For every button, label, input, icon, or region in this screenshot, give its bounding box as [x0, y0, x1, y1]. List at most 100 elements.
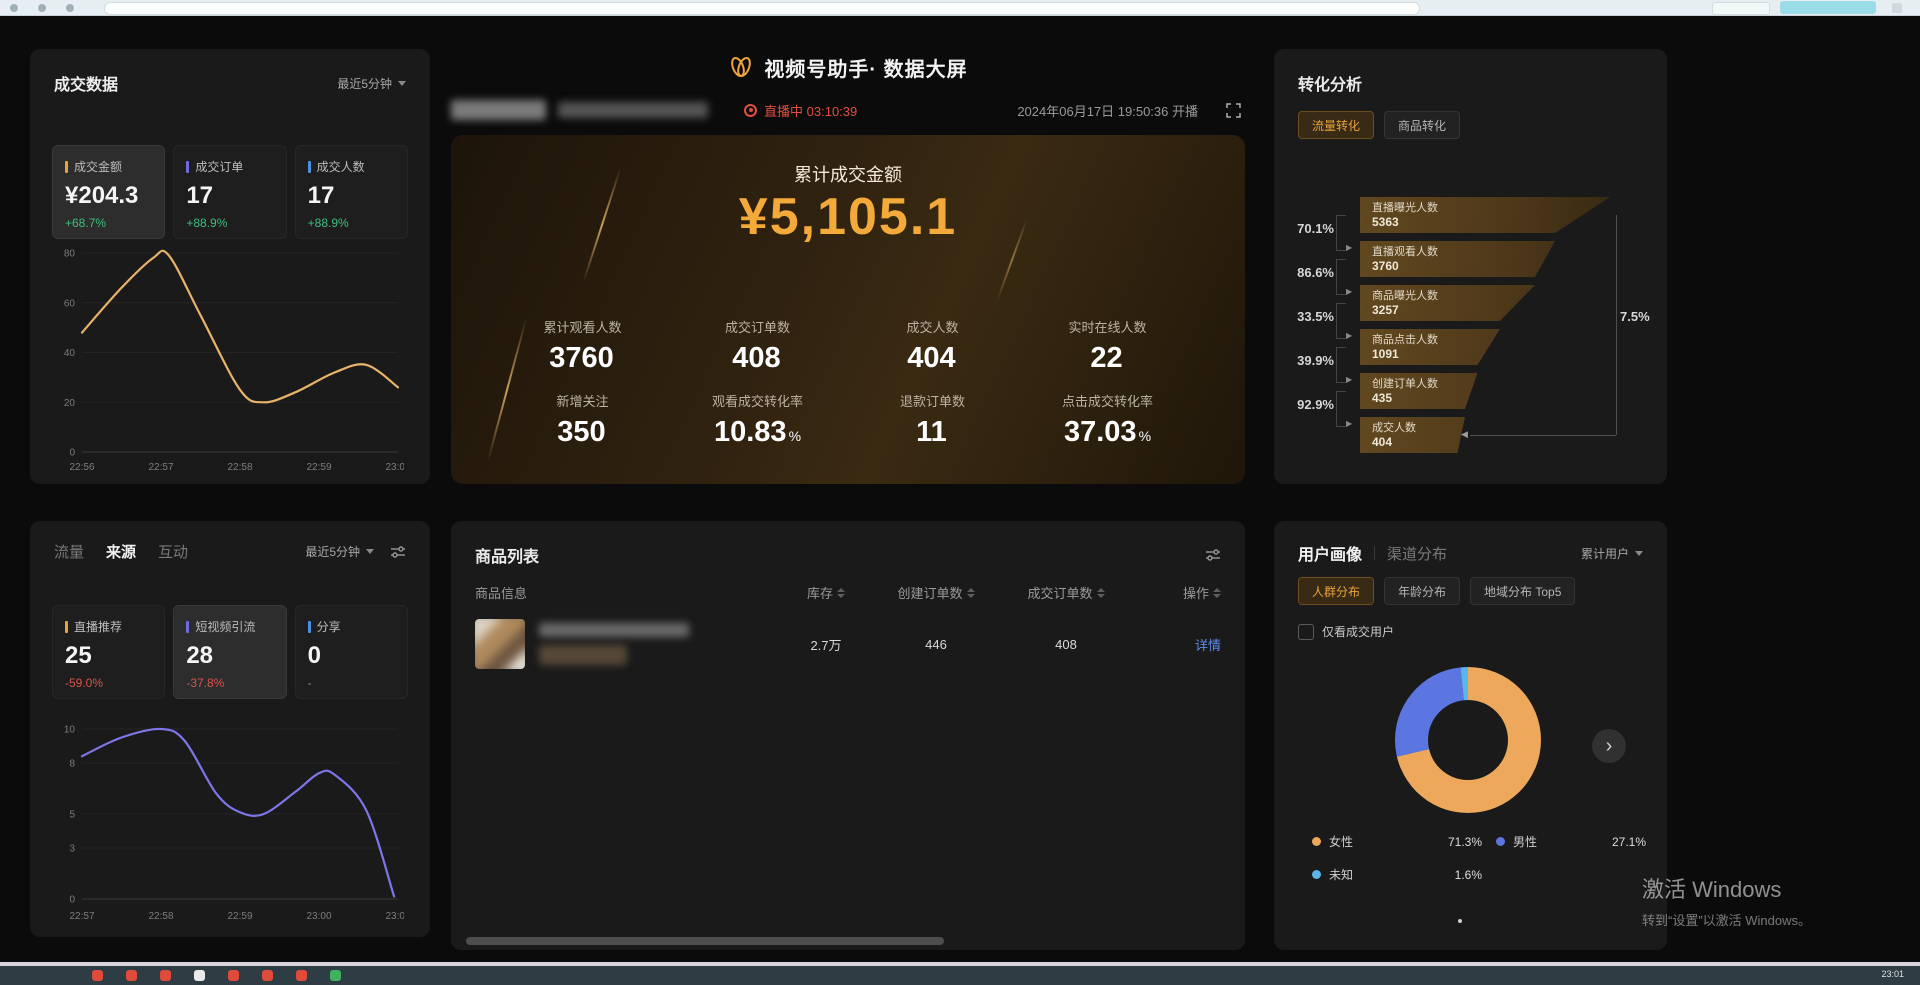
metric-card-deal-amount[interactable]: 成交金额 ¥204.3 +68.7%: [52, 145, 165, 239]
legend-item-male: 男性 27.1%: [1496, 833, 1646, 850]
table-header-row: 商品信息 库存 创建订单数 成交订单数 操作: [475, 583, 1221, 602]
browser-toolbar: [0, 0, 1920, 16]
legend-label: 女性: [1329, 833, 1353, 850]
tab-channel-distribution[interactable]: 渠道分布: [1387, 543, 1447, 564]
filter-sliders-icon[interactable]: [390, 545, 406, 559]
sort-icon[interactable]: [967, 588, 975, 598]
funnel-stage: 直播观看人数3760: [1360, 241, 1610, 277]
metric-card-share[interactable]: 分享 0 -: [295, 605, 408, 699]
address-bar[interactable]: [104, 2, 1420, 15]
svg-text:80: 80: [64, 249, 76, 260]
col-product-info: 商品信息: [475, 583, 527, 602]
filter-sliders-icon[interactable]: [1205, 548, 1221, 562]
svg-text:23:00: 23:00: [385, 462, 404, 473]
svg-text:10: 10: [64, 725, 76, 736]
carousel-next-button[interactable]: ›: [1592, 729, 1626, 763]
stat-new-followers: 新增关注350: [495, 391, 670, 449]
subtab-age[interactable]: 年龄分布: [1384, 577, 1460, 605]
svg-text:22:57: 22:57: [69, 911, 94, 922]
legend-dot: [1312, 870, 1321, 879]
browser-highlighted-button[interactable]: [1780, 1, 1876, 14]
metric-card-short-video[interactable]: 短视频引流 28 -37.8%: [173, 605, 286, 699]
stream-start-time: 2024年06月17日 19:50:36 开播: [1017, 101, 1198, 120]
user-portrait-panel: 用户画像 渠道分布 累计用户 人群分布 年龄分布 地域分布 Top5 仅看成交用…: [1274, 521, 1667, 950]
product-list-panel: 商品列表 商品信息 库存 创建订单数 成交订单数 操作 2.7: [451, 521, 1245, 950]
metric-value: 17: [308, 182, 395, 210]
svg-text:5: 5: [69, 810, 75, 821]
taskbar-app-icon[interactable]: [228, 970, 239, 981]
legend-value: 27.1%: [1612, 835, 1646, 849]
windows-taskbar: 23:01: [0, 966, 1920, 985]
stat-total-viewers: 累计观看人数3760: [495, 317, 670, 375]
subtab-region-top5[interactable]: 地域分布 Top5: [1470, 577, 1575, 605]
user-range-dropdown[interactable]: 累计用户: [1581, 545, 1643, 562]
horizontal-scrollbar[interactable]: [466, 937, 944, 945]
product-thumbnail-blurred: [475, 619, 525, 669]
deal-users-only-checkbox[interactable]: 仅看成交用户: [1298, 623, 1394, 640]
svg-text:22:59: 22:59: [306, 462, 331, 473]
tab-source[interactable]: 来源: [106, 541, 136, 562]
traffic-trend-chart: 03581022:5722:5822:5923:0023:01: [52, 717, 404, 927]
live-status-label: 直播中: [764, 104, 803, 119]
metric-card-deal-buyers[interactable]: 成交人数 17 +88.9%: [295, 145, 408, 239]
legend-item-female: 女性 71.3%: [1312, 833, 1482, 850]
carousel-indicator-dot[interactable]: [1458, 919, 1462, 923]
checkbox-icon[interactable]: [1298, 624, 1314, 640]
taskbar-app-icon[interactable]: [262, 970, 273, 981]
sort-icon[interactable]: [1097, 588, 1105, 598]
funnel-bracket: [1336, 347, 1346, 383]
sort-icon[interactable]: [1213, 588, 1221, 598]
tab-traffic-conversion[interactable]: 流量转化: [1298, 111, 1374, 139]
metric-delta: -59.0%: [65, 676, 152, 690]
tab-user-portrait[interactable]: 用户画像: [1298, 541, 1362, 565]
browser-extension-button[interactable]: [1712, 2, 1770, 15]
donut-hole: [1428, 700, 1508, 780]
fullscreen-icon[interactable]: [1226, 103, 1241, 118]
funnel-stage-label: 直播曝光人数: [1372, 201, 1598, 215]
metric-color-bar: [308, 621, 311, 633]
time-range-dropdown[interactable]: 最近5分钟: [337, 75, 406, 92]
funnel-stage-label: 商品点击人数: [1372, 333, 1598, 347]
arrow-right-icon: ▶: [1346, 287, 1352, 296]
taskbar-app-icon[interactable]: [296, 970, 307, 981]
tab-interaction[interactable]: 互动: [158, 541, 188, 562]
funnel-stage: 商品曝光人数3257: [1360, 285, 1610, 321]
hero-stats-grid: 累计观看人数3760 成交订单数408 成交人数404 实时在线人数22 新增关…: [495, 317, 1195, 449]
metric-delta: +88.9%: [186, 216, 273, 230]
chevron-down-icon: [1635, 551, 1643, 556]
taskbar-app-icon[interactable]: [160, 970, 171, 981]
legend-label: 男性: [1513, 833, 1537, 850]
legend-dot: [1312, 837, 1321, 846]
sort-icon[interactable]: [837, 588, 845, 598]
tab-traffic[interactable]: 流量: [54, 541, 84, 562]
stat-view-conversion: 观看成交转化率10.83%: [670, 391, 845, 449]
live-duration: 03:10:39: [807, 104, 858, 119]
panel-title: 商品列表: [475, 543, 539, 567]
svg-text:23:01: 23:01: [385, 911, 404, 922]
stat-click-conversion: 点击成交转化率37.03%: [1020, 391, 1195, 449]
stat-deal-buyers: 成交人数404: [845, 317, 1020, 375]
metric-card-live-recommend[interactable]: 直播推荐 25 -59.0%: [52, 605, 165, 699]
taskbar-app-icon[interactable]: [92, 970, 103, 981]
detail-link[interactable]: 详情: [1195, 638, 1221, 653]
taskbar-app-icon[interactable]: [126, 970, 137, 981]
legend-value: 71.3%: [1448, 835, 1482, 849]
browser-menu-icon[interactable]: [1892, 3, 1902, 13]
funnel-stage-label: 创建订单人数: [1372, 377, 1598, 391]
taskbar-app-icon[interactable]: [330, 970, 341, 981]
arrow-right-icon: ▶: [1346, 375, 1352, 384]
metric-card-deal-orders[interactable]: 成交订单 17 +88.9%: [173, 145, 286, 239]
metric-delta: -: [308, 676, 395, 690]
taskbar-app-icon[interactable]: [194, 970, 205, 981]
time-range-dropdown[interactable]: 最近5分钟: [305, 543, 374, 560]
funnel-stage-value: 1091: [1372, 347, 1598, 361]
subtab-gender[interactable]: 人群分布: [1298, 577, 1374, 605]
time-range-label: 最近5分钟: [305, 543, 360, 560]
product-subtitle-blurred: [539, 645, 627, 665]
browser-refresh-icon[interactable]: [38, 4, 46, 12]
tab-product-conversion[interactable]: 商品转化: [1384, 111, 1460, 139]
browser-home-icon[interactable]: [66, 4, 74, 12]
svg-text:8: 8: [69, 759, 75, 770]
page-header: 视频号助手· 数据大屏: [451, 52, 1245, 82]
browser-back-icon[interactable]: [10, 4, 18, 12]
